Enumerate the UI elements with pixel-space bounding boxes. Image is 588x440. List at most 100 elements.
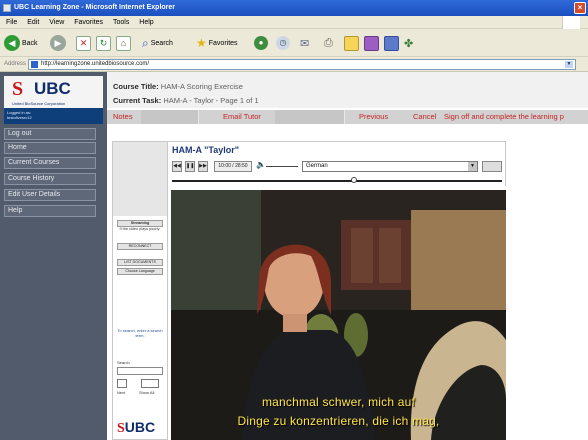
- search-input[interactable]: [117, 367, 163, 375]
- edit-button[interactable]: [344, 34, 359, 52]
- cancel-link[interactable]: Cancel: [413, 110, 436, 124]
- refresh-button[interactable]: ↻: [96, 34, 111, 52]
- back-button[interactable]: ◀ Back: [4, 34, 38, 52]
- sidebar-item-log-out[interactable]: Log out: [4, 128, 96, 140]
- menu-edit[interactable]: Edit: [27, 16, 39, 29]
- home-icon: ⌂: [116, 35, 131, 51]
- address-input[interactable]: http://learningzone.unitedbiosource.com/…: [28, 59, 576, 70]
- search-label: Search: [117, 360, 130, 365]
- small-logo-text: UBC: [124, 419, 156, 435]
- media-icon: ●: [254, 36, 268, 50]
- address-bar: Address http://learningzone.unitedbiosou…: [0, 57, 588, 72]
- seek-handle[interactable]: [351, 177, 357, 183]
- chevron-down-icon[interactable]: ▼: [468, 162, 477, 171]
- time-display: 10:00 / 28:50: [214, 161, 252, 172]
- refresh-icon: ↻: [96, 35, 111, 51]
- windows-logo-icon: [562, 16, 580, 29]
- research-button[interactable]: ✤: [404, 34, 413, 52]
- previous-link[interactable]: Previous: [359, 110, 388, 124]
- search-hint: To search, enter a search term.: [117, 328, 163, 338]
- logo-subtitle: United BioSource Corporation: [12, 101, 66, 106]
- reconnect-button[interactable]: RECONNECT: [117, 243, 163, 250]
- ie-window-icon: [3, 4, 11, 12]
- sidebar-item-current-courses[interactable]: Current Courses: [4, 157, 96, 169]
- action-spacer: [275, 110, 345, 124]
- search-button[interactable]: ⌕ Search: [142, 34, 173, 52]
- player-side-panel: Streaming If the video plays poorly: REC…: [112, 141, 168, 440]
- show-all-label: Show All: [139, 390, 155, 395]
- current-task-label: Current Task:: [113, 96, 162, 105]
- sidebar: S UBC United BioSource Corporation Logge…: [0, 72, 107, 440]
- mail-button[interactable]: ✉: [300, 34, 309, 52]
- menu-file[interactable]: File: [6, 16, 17, 29]
- media-button[interactable]: ●: [254, 34, 270, 52]
- menu-view[interactable]: View: [49, 16, 64, 29]
- choose-language-button[interactable]: Choose Language: [117, 268, 163, 275]
- history-icon: ◷: [276, 36, 290, 50]
- stop-button[interactable]: ✕: [76, 34, 91, 52]
- discuss-button[interactable]: [364, 34, 379, 52]
- subtitle-line-2: Dinge zu konzentrieren, die ich mag,: [237, 414, 440, 428]
- chevron-down-icon[interactable]: ▼: [565, 61, 573, 68]
- home-button[interactable]: ⌂: [116, 34, 131, 52]
- streaming-label: Streaming: [117, 220, 163, 227]
- ubc-logo-small: SUBC: [117, 420, 155, 436]
- print-icon: ⎙: [324, 36, 333, 49]
- sidebar-item-help[interactable]: Help: [4, 205, 96, 217]
- folder-icon: [344, 35, 359, 51]
- sidebar-item-home[interactable]: Home: [4, 142, 96, 154]
- menu-favorites[interactable]: Favorites: [74, 16, 103, 29]
- address-url: http://learningzone.unitedbiosource.com/: [41, 61, 150, 67]
- next-button[interactable]: [117, 379, 127, 388]
- star-icon: ★: [196, 36, 207, 50]
- sidebar-item-edit-user-details[interactable]: Edit User Details: [4, 189, 96, 201]
- menu-help[interactable]: Help: [139, 16, 153, 29]
- fullscreen-button[interactable]: [482, 161, 502, 172]
- window-title: UBC Learning Zone - Microsoft Internet E…: [14, 4, 176, 11]
- print-button[interactable]: ⎙: [324, 34, 333, 52]
- sidebar-item-course-history[interactable]: Course History: [4, 173, 96, 185]
- logged-in-user: testofivesrc12: [7, 115, 32, 120]
- messenger-icon: [384, 35, 399, 51]
- streaming-note: If the video plays poorly:: [119, 227, 161, 231]
- show-all-button[interactable]: [141, 379, 159, 388]
- volume-slider[interactable]: [266, 166, 298, 167]
- forward-button[interactable]: ▶▶: [198, 161, 208, 172]
- list-documents-button[interactable]: LIST DOCUMENTS: [117, 259, 163, 266]
- rewind-button[interactable]: ◀◀: [172, 161, 182, 172]
- video-title: HAM-A "Taylor": [172, 145, 240, 155]
- email-tutor-link[interactable]: Email Tutor: [223, 110, 261, 124]
- subtitle-line-1: manchmal schwer, mich auf: [261, 395, 416, 409]
- player-controls: HAM-A "Taylor" ◀◀ ❚❚ ▶▶ 10:00 / 28:50 🔈 …: [168, 141, 506, 186]
- menu-tools[interactable]: Tools: [113, 16, 129, 29]
- close-icon[interactable]: ×: [574, 2, 586, 14]
- logged-in-box: Logged in as: testofivesrc12: [4, 108, 103, 124]
- back-label: Back: [22, 39, 38, 47]
- course-title-row: Course Title: HAM-A Scoring Exercise: [113, 82, 243, 91]
- history-button[interactable]: ◷: [276, 34, 292, 52]
- language-select[interactable]: German ▼: [302, 161, 478, 172]
- side-panel-header: [113, 142, 167, 216]
- address-label: Address: [4, 61, 27, 67]
- course-header: Course Title: HAM-A Scoring Exercise Cur…: [107, 72, 588, 108]
- forward-arrow-icon: ▶: [50, 35, 66, 51]
- ie-toolbar: ◀ Back ▶ ✕ ↻ ⌂ ⌕ Search ★ Favorites ● ◷: [0, 29, 588, 57]
- search-label: Search: [150, 39, 173, 47]
- seek-bar[interactable]: [172, 180, 502, 182]
- sign-off-link[interactable]: Sign off and complete the learning p: [444, 110, 564, 124]
- favorites-button[interactable]: ★ Favorites: [196, 34, 238, 52]
- small-logo-mark: S: [117, 421, 125, 436]
- browser-window: UBC Learning Zone - Microsoft Internet E…: [0, 0, 588, 440]
- stop-icon: ✕: [76, 35, 91, 51]
- messenger-button[interactable]: [384, 34, 399, 52]
- notes-link[interactable]: Notes: [113, 110, 133, 124]
- pause-button[interactable]: ❚❚: [185, 161, 195, 172]
- discuss-icon: [364, 35, 379, 51]
- back-arrow-icon: ◀: [4, 35, 20, 51]
- video-frame[interactable]: manchmal schwer, mich auf Dinge zu konze…: [171, 190, 506, 440]
- course-title-label: Course Title:: [113, 82, 159, 91]
- action-spacer: [141, 110, 199, 124]
- search-icon: ⌕: [142, 35, 149, 50]
- forward-button[interactable]: ▶: [50, 34, 68, 52]
- logo-mark: S: [12, 78, 24, 100]
